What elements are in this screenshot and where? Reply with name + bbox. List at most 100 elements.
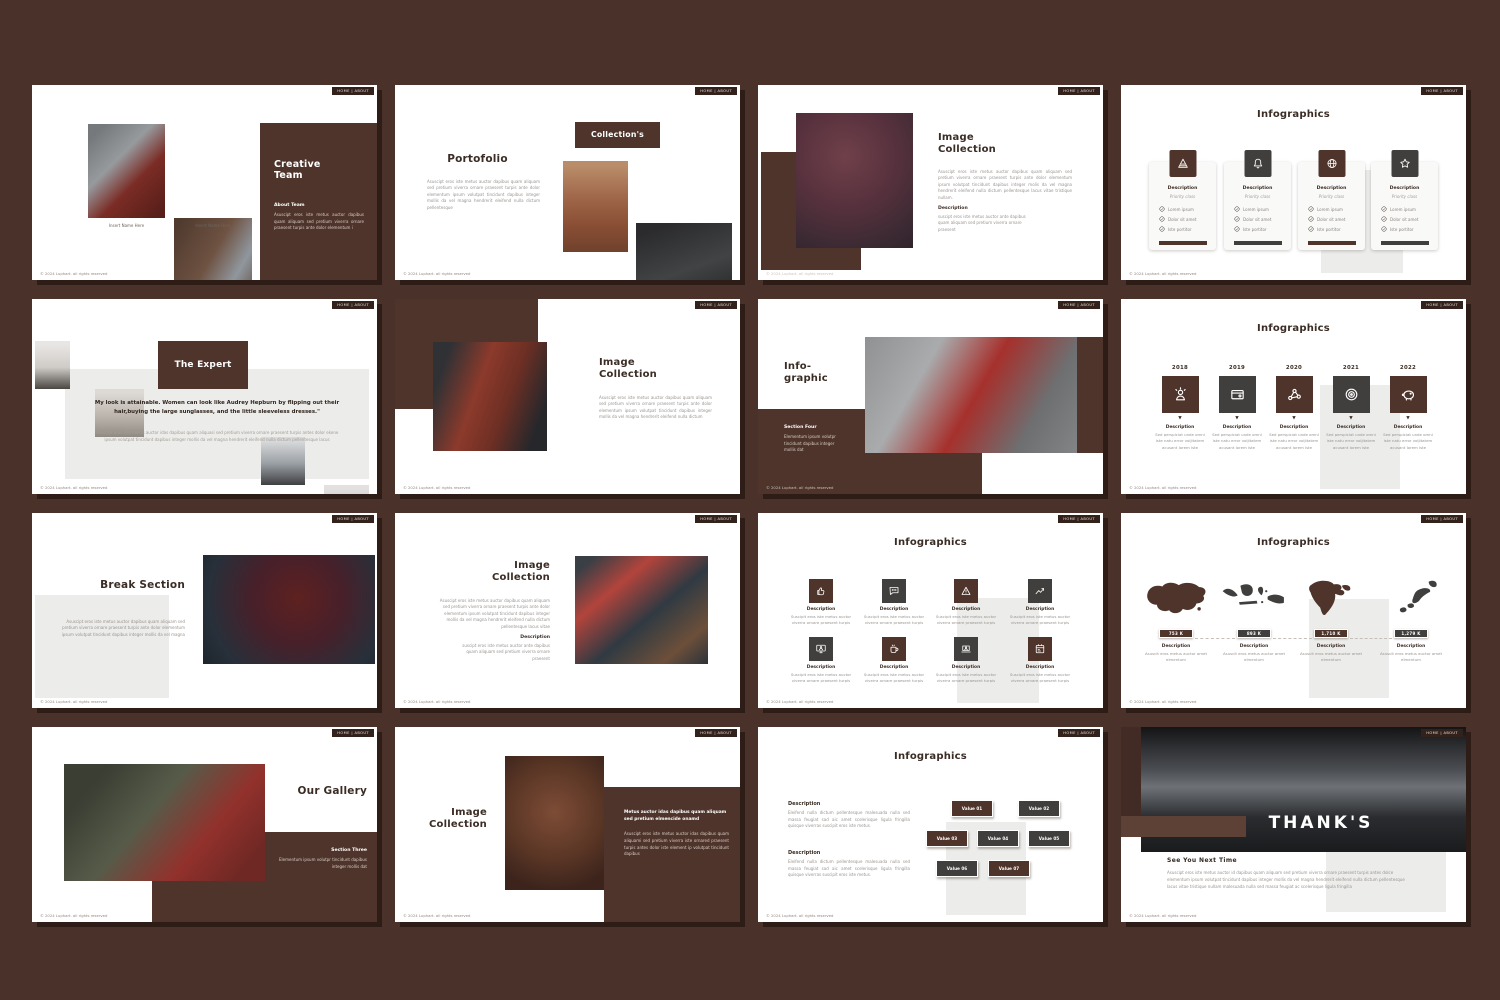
value-box: Value 06 (936, 860, 978, 877)
item-heading: Description (788, 607, 854, 612)
block-text: Eleifend nulla dictum pellentesque males… (788, 859, 910, 879)
thanks-title: THANK'S (1181, 813, 1461, 833)
nav-badge[interactable]: HOME | ABOUT (1058, 515, 1100, 523)
timeline-item: 2019 ▼ Description Sed perspiciat unde o… (1209, 365, 1265, 451)
section-heading: Section Three (262, 848, 367, 853)
nav-badge[interactable]: HOME | ABOUT (1058, 729, 1100, 737)
info-card: Description Priority class Lorem ipsum D… (1298, 162, 1365, 250)
slide-footer: © 2024 Luphart. all rights reserved (766, 699, 833, 704)
check-item: Dolor sit amet (1381, 216, 1418, 222)
slide-title: Info-graphic (784, 361, 842, 385)
slide-infographics-cards[interactable]: HOME | ABOUT Infographics Description Pr… (1121, 85, 1466, 280)
description-heading: Description (503, 635, 550, 640)
nav-badge[interactable]: HOME | ABOUT (1058, 87, 1100, 95)
grid-item: Description Suscipit eros iste metus auc… (861, 579, 927, 626)
slide-portfolio[interactable]: HOME | ABOUT Portofolio Asuscipt eros is… (395, 85, 740, 280)
slide-footer: © 2024 Luphart. all rights reserved (40, 699, 107, 704)
slide-title: Image Collection (403, 807, 487, 831)
item-heading: Description (1293, 644, 1369, 649)
item-text: Suscipit eros iste metus auctor viverra … (788, 614, 854, 627)
year-label: 2022 (1380, 365, 1436, 371)
card-subheading: Priority class (1149, 194, 1216, 199)
value-box: Value 07 (988, 860, 1030, 877)
slide-infographic-section[interactable]: HOME | ABOUT Info-graphic Section Four E… (758, 299, 1103, 494)
photo-bicycle-street (563, 161, 628, 252)
item-heading: Description (861, 607, 927, 612)
section-text: Elementum ipsum volutpr tincidunt dapibu… (784, 434, 844, 454)
slide-footer: © 2024 Luphart. all rights reserved (1129, 271, 1196, 276)
check-item: Dolor sit amet (1234, 216, 1271, 222)
slide-break-section[interactable]: HOME | ABOUT Break Section Asuscipt eros… (32, 513, 377, 708)
item-text: Asuscit eros metus auctor amet elmentum (1145, 651, 1207, 664)
slide-our-gallery[interactable]: HOME | ABOUT Our Gallery Section Three E… (32, 727, 377, 922)
white-block (758, 299, 865, 409)
item-text: Suscipit eros iste metus auctor viverra … (861, 614, 927, 627)
slide-footer: © 2024 Luphart. all rights reserved (40, 913, 107, 918)
item-text: Suscipit eros iste metus auctor viverra … (861, 672, 927, 685)
slide-infographics-values[interactable]: HOME | ABOUT Infographics Description El… (758, 727, 1103, 922)
nav-badge[interactable]: HOME | ABOUT (332, 515, 374, 523)
nav-badge[interactable]: HOME | ABOUT (332, 301, 374, 309)
value-badge: 1,710 K (1314, 629, 1348, 638)
nav-badge[interactable]: HOME | ABOUT (1421, 515, 1463, 523)
item-heading: Description (1138, 644, 1214, 649)
nav-badge[interactable]: HOME | ABOUT (332, 87, 374, 95)
value-badge: 753 K (1159, 629, 1193, 638)
year-label: 2020 (1266, 365, 1322, 371)
body-text: Asuscipt eros iste metus auctor idas dap… (92, 430, 342, 444)
map-group: 1,279 K Description Asuscit eros metus a… (1373, 577, 1449, 664)
nav-badge[interactable]: HOME | ABOUT (695, 515, 737, 523)
star-icon (1391, 150, 1418, 177)
slide-title: Image Collection (470, 560, 550, 584)
nav-badge[interactable]: HOME | ABOUT (1421, 301, 1463, 309)
nav-badge[interactable]: HOME | ABOUT (1058, 301, 1100, 309)
info-card: Description Priority class Lorem ipsum D… (1149, 162, 1216, 250)
check-item: Dolor sit amet (1159, 216, 1196, 222)
slide-image-collection-4[interactable]: HOME | ABOUT Image Collection Metus auct… (395, 727, 740, 922)
text-panel: Metus auctor idas dapibus quam aliquam s… (604, 787, 740, 922)
slide-image-collection-2[interactable]: HOME | ABOUT Image Collection Asuscipt e… (395, 299, 740, 494)
info-card: Description Priority class Lorem ipsum D… (1224, 162, 1291, 250)
collections-tag: Collection's (575, 122, 660, 148)
globe-icon (1318, 150, 1345, 177)
nav-badge[interactable]: HOME | ABOUT (695, 729, 737, 737)
slide-thanks[interactable]: HOME | ABOUT THANK'S See You Next Time A… (1121, 727, 1466, 922)
slide-image-collection-3[interactable]: HOME | ABOUT Image Collection Asuscipt e… (395, 513, 740, 708)
timeline-item: 2022 ▼ Description Sed perspiciat unde o… (1380, 365, 1436, 451)
laptop-user-icon (954, 637, 978, 661)
slide-footer: © 2024 Luphart. all rights reserved (766, 271, 833, 276)
mountain-chart-icon (1028, 579, 1052, 603)
value-box: Value 04 (977, 830, 1019, 847)
nav-badge[interactable]: HOME | ABOUT (1421, 87, 1463, 95)
panel-text: Asuscipt eros iste metus auctor idas dap… (624, 831, 729, 858)
body-text: Asuscipt eros iste metus auctor id dapib… (1167, 869, 1413, 891)
grid-item: Description Suscipit eros iste metus auc… (788, 579, 854, 626)
map-group: 1,710 K Description Asuscit eros metus a… (1293, 577, 1369, 664)
slide-creative-team[interactable]: HOME | ABOUT Insert Name Here Insert Nam… (32, 85, 377, 280)
grid-item: Description Suscipit eros iste metus auc… (861, 637, 927, 684)
item-text: Suscipit eros iste metus auctor viverra … (1007, 614, 1073, 627)
slide-title: Creative Team (274, 159, 344, 181)
check-item: Dolor sit amet (1308, 216, 1345, 222)
nav-badge[interactable]: HOME | ABOUT (332, 729, 374, 737)
nav-badge[interactable]: HOME | ABOUT (695, 87, 737, 95)
down-arrow-icon: ▼ (1266, 416, 1322, 421)
item-heading: Description (1007, 665, 1073, 670)
item-text: Suscipit eros iste metus auctor viverra … (788, 672, 854, 685)
grid-item: Description Suscipit eros iste metus auc… (933, 637, 999, 684)
photo-red-plaid-road (865, 337, 1077, 453)
value-badge: 1,279 K (1394, 629, 1428, 638)
slide-infographics-grid[interactable]: HOME | ABOUT Infographics Description Su… (758, 513, 1103, 708)
block-heading: Description (788, 801, 820, 807)
slide-the-expert[interactable]: HOME | ABOUT The Expert My look is attai… (32, 299, 377, 494)
network-icon (1276, 376, 1313, 413)
item-text: Asuscit eros metus auctor amet elmentum (1380, 651, 1442, 664)
slide-image-collection-1[interactable]: HOME | ABOUT Image Collection Asuscipt e… (758, 85, 1103, 280)
slide-infographics-timeline[interactable]: HOME | ABOUT Infographics 2018 ▼ Descrip… (1121, 299, 1466, 494)
slide-infographics-maps[interactable]: HOME | ABOUT Infographics 753 K Descript… (1121, 513, 1466, 708)
panel-heading: About Team (274, 203, 305, 208)
nav-badge[interactable]: HOME | ABOUT (695, 301, 737, 309)
nav-badge[interactable]: HOME | ABOUT (1421, 729, 1463, 737)
photo-woman-sitting-road (796, 113, 913, 248)
check-item: Iste portitor (1308, 226, 1341, 232)
